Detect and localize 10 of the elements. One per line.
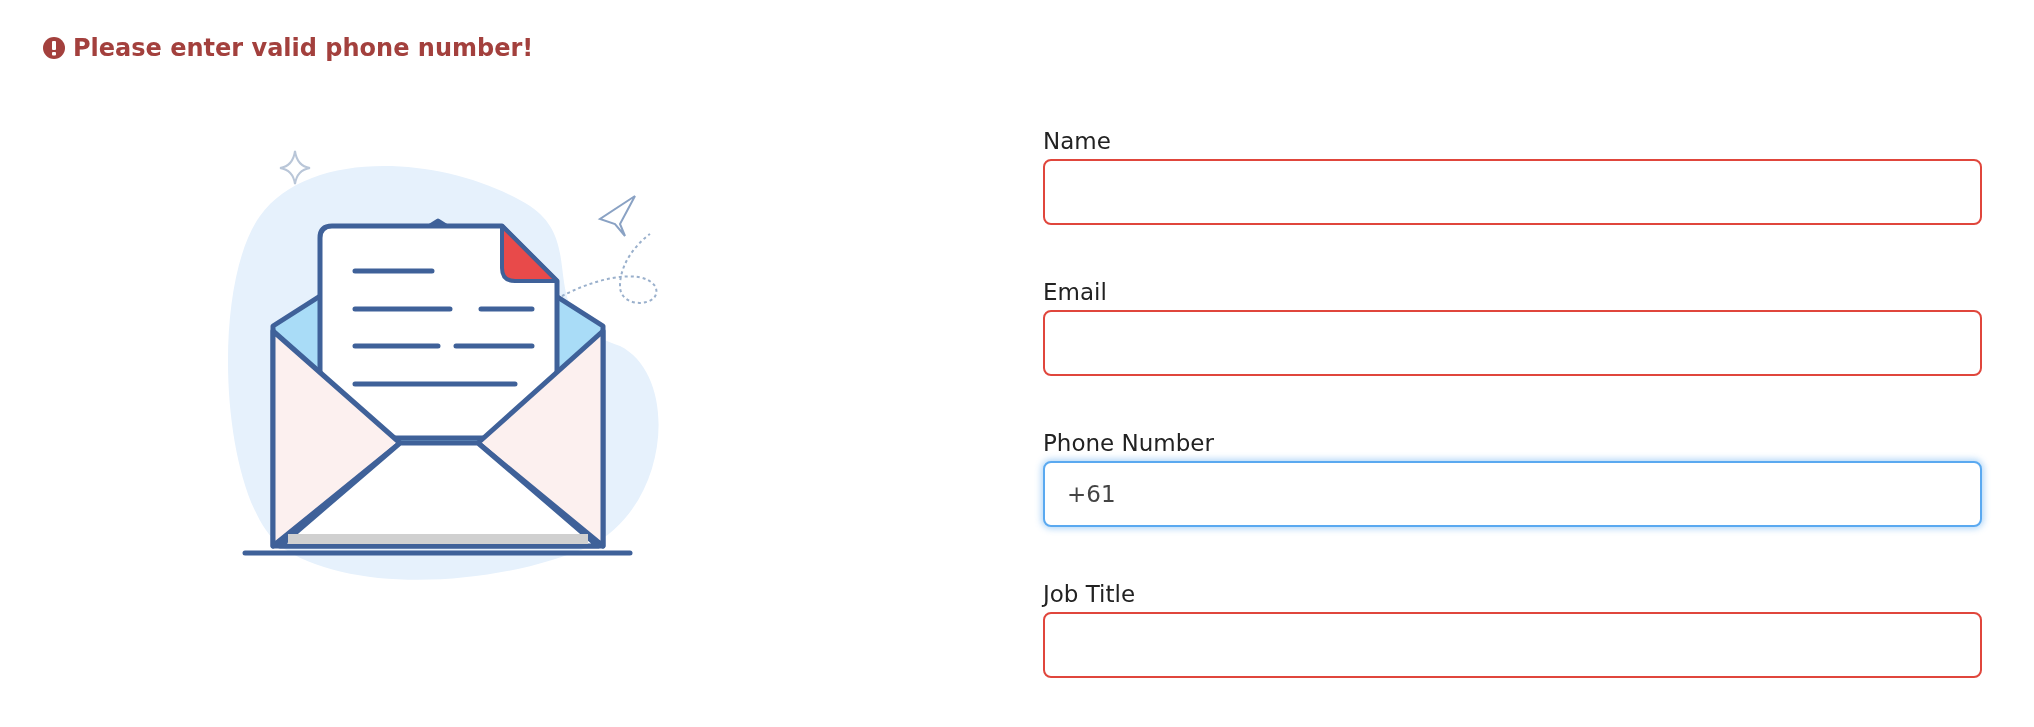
input-field[interactable]: +61 xyxy=(1043,461,1982,527)
error-message: Please enter valid phone number! xyxy=(73,34,534,62)
input-field[interactable] xyxy=(1043,159,1982,225)
field-label: Email xyxy=(1043,278,1108,307)
field-label: Job Title xyxy=(1043,580,1137,609)
input-field[interactable] xyxy=(1043,310,1982,376)
input-field[interactable] xyxy=(1043,612,1982,678)
field-label: Name xyxy=(1043,127,1112,156)
alert-icon xyxy=(43,37,65,59)
field-label: Phone Number xyxy=(1043,429,1215,458)
